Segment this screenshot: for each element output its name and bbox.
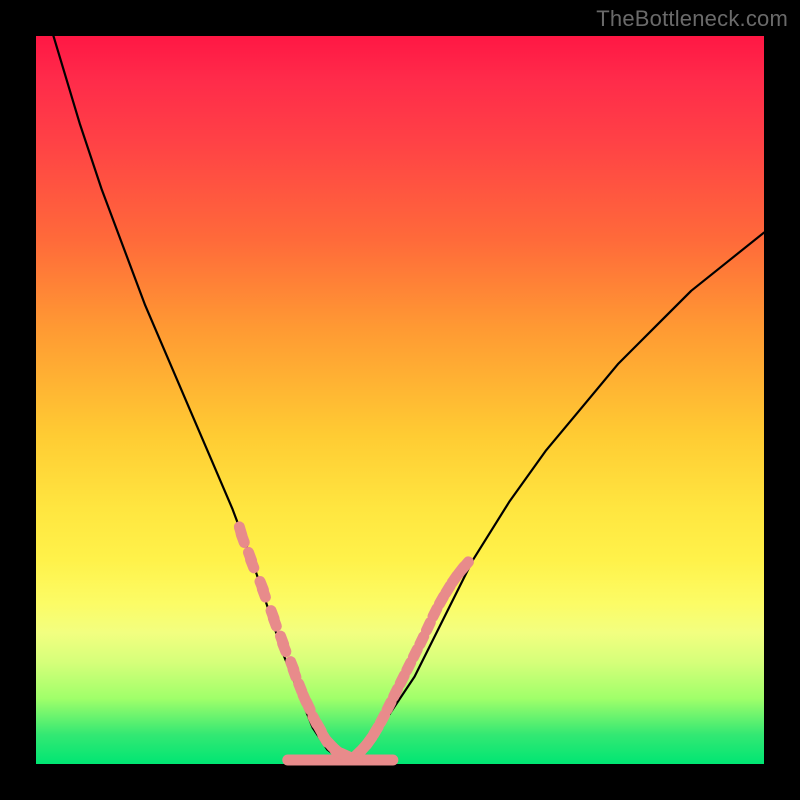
bottleneck-curve-svg — [36, 36, 764, 764]
lozenge-group — [234, 521, 474, 765]
plot-area — [36, 36, 764, 764]
curve-group — [36, 0, 764, 760]
bead-left — [245, 554, 259, 573]
bead-left — [277, 638, 291, 657]
bottleneck-curve — [36, 0, 764, 760]
chart-frame: TheBottleneck.com — [0, 0, 800, 800]
watermark-text: TheBottleneck.com — [596, 6, 788, 32]
bead-left — [236, 529, 250, 548]
bead-right — [457, 556, 474, 574]
bead-left — [257, 583, 271, 602]
bead-left — [268, 612, 282, 631]
bead-bottom — [378, 755, 398, 766]
